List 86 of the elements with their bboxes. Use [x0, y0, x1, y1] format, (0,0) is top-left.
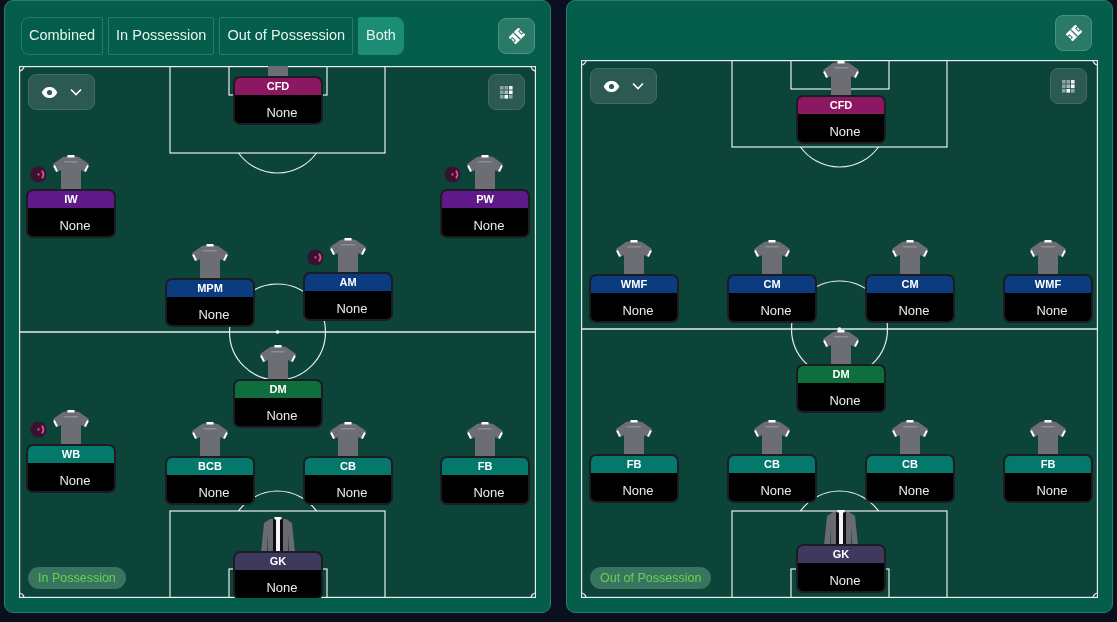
player-name: None [266, 408, 298, 424]
player-card[interactable]: CB None [865, 454, 955, 503]
grid-icon [1062, 79, 1075, 93]
tactics-board-button[interactable] [1055, 15, 1092, 51]
position-label: DM [235, 381, 321, 398]
tab[interactable]: In Possession [108, 17, 215, 55]
player-name: None [1036, 303, 1068, 319]
tab[interactable]: Combined [21, 17, 104, 55]
position-label: CFD [798, 97, 884, 114]
position-label: IW [28, 191, 114, 208]
player-name: None [266, 580, 298, 596]
player-name: None [898, 483, 930, 499]
player-card[interactable]: FB None [1003, 454, 1093, 503]
player-name: None [829, 573, 861, 589]
position-label: BCB [167, 458, 253, 475]
player-card[interactable]: MPM None [165, 278, 255, 327]
player-card[interactable]: AM None [303, 272, 393, 321]
pitch-icon [508, 28, 525, 44]
chevron-down-icon [70, 88, 82, 96]
grid-icon [500, 85, 513, 99]
position-label: CM [867, 276, 953, 293]
player-card[interactable]: WB None [26, 444, 116, 493]
player-name: None [198, 307, 230, 323]
player-name: None [1036, 483, 1068, 499]
position-label: CB [729, 456, 815, 473]
position-label: WMF [1005, 276, 1091, 293]
position-label: WMF [591, 276, 677, 293]
grid-button[interactable] [1050, 68, 1087, 104]
eye-icon [603, 80, 620, 92]
player-name: None [59, 473, 91, 489]
player-name: None [473, 218, 505, 234]
tab[interactable]: Out of Possession [219, 17, 354, 55]
player-name: None [622, 303, 654, 319]
player-card[interactable]: FB None [440, 456, 530, 505]
player-card[interactable]: WMF None [589, 274, 679, 323]
player-card[interactable]: GK None [233, 551, 323, 598]
player-card[interactable]: DM None [233, 379, 323, 428]
pitch-icon [1065, 25, 1082, 41]
player-name: None [829, 124, 861, 140]
player-name: None [622, 483, 654, 499]
grid-button[interactable] [488, 74, 525, 110]
position-label: CB [867, 456, 953, 473]
player-name: None [336, 485, 368, 501]
player-name: None [898, 303, 930, 319]
position-label: MPM [167, 280, 253, 297]
player-name: None [760, 303, 792, 319]
position-label: FB [591, 456, 677, 473]
position-label: CB [305, 458, 391, 475]
phase-badge: Out of Possession [590, 567, 712, 589]
player-card[interactable]: CM None [865, 274, 955, 323]
player-name: None [59, 218, 91, 234]
position-label: FB [1005, 456, 1091, 473]
view-dropdown[interactable] [28, 74, 95, 110]
position-label: DM [798, 366, 884, 383]
player-card[interactable]: BCB None [165, 456, 255, 505]
position-label: GK [798, 546, 884, 563]
position-label: GK [235, 553, 321, 570]
player-name: None [760, 483, 792, 499]
position-label: FB [442, 458, 528, 475]
player-name: None [336, 301, 368, 317]
player-card[interactable]: CFD None [796, 95, 886, 144]
eye-icon [41, 86, 58, 98]
player-card[interactable]: WMF None [1003, 274, 1093, 323]
player-card[interactable]: GK None [796, 544, 886, 593]
position-label: AM [305, 274, 391, 291]
player-card[interactable]: PW None [440, 189, 530, 238]
phase-badge: In Possession [28, 567, 126, 589]
player-card[interactable]: CFD None [233, 76, 323, 125]
player-card[interactable]: CB None [727, 454, 817, 503]
position-label: CM [729, 276, 815, 293]
view-dropdown[interactable] [590, 68, 657, 104]
player-card[interactable]: IW None [26, 189, 116, 238]
player-card[interactable]: CM None [727, 274, 817, 323]
player-name: None [829, 393, 861, 409]
tab[interactable]: Both [358, 17, 404, 55]
player-card[interactable]: CB None [303, 456, 393, 505]
position-label: CFD [235, 78, 321, 95]
chevron-down-icon [632, 82, 644, 90]
player-name: None [266, 105, 298, 121]
position-label: PW [442, 191, 528, 208]
tactics-board-button[interactable] [498, 18, 535, 54]
player-card[interactable]: FB None [589, 454, 679, 503]
player-name: None [473, 485, 505, 501]
player-name: None [198, 485, 230, 501]
position-label: WB [28, 446, 114, 463]
player-card[interactable]: DM None [796, 364, 886, 413]
